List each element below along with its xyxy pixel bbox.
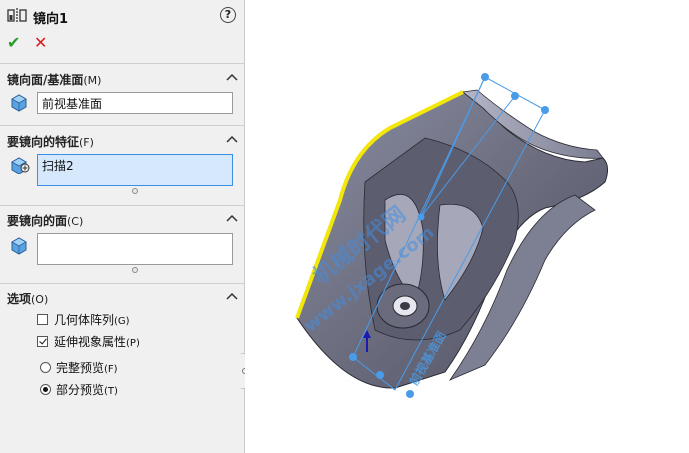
divider	[0, 125, 245, 126]
faces-list[interactable]	[37, 233, 233, 265]
cancel-button[interactable]: ✕	[34, 33, 47, 52]
property-manager-panel: 镜向1 ? ✔ ✕ 镜向面/基准面(M) 前视基准面 要镜向的特征(F) 扫描2…	[0, 0, 245, 453]
partial-preview-radio[interactable]	[40, 384, 51, 395]
full-preview-label: 完整预览(F)	[56, 361, 118, 375]
chevron-up-icon[interactable]	[226, 135, 238, 143]
part-hole-inner	[400, 302, 410, 310]
propagate-visual-checkbox[interactable]	[37, 336, 48, 347]
partial-preview-label: 部分预览(T)	[56, 383, 118, 397]
help-icon[interactable]: ?	[220, 7, 236, 23]
section-header-options[interactable]: 选项(O)	[7, 290, 48, 307]
panel-titlebar: 镜向1 ?	[0, 0, 245, 30]
propagate-visual-label: 延伸视象属性(P)	[54, 335, 140, 349]
mirror-plane-field[interactable]: 前视基准面	[37, 92, 233, 114]
geometry-pattern-checkbox[interactable]	[37, 314, 48, 325]
chevron-up-icon[interactable]	[226, 292, 238, 300]
plane-selection-icon	[11, 94, 27, 112]
list-resize-handle[interactable]	[132, 188, 138, 194]
chevron-up-icon[interactable]	[226, 214, 238, 222]
section-header-faces[interactable]: 要镜向的面(C)	[7, 212, 83, 229]
section-header-features[interactable]: 要镜向的特征(F)	[7, 133, 94, 150]
section-header-mirror-plane[interactable]: 镜向面/基准面(M)	[7, 71, 101, 88]
model-view	[295, 73, 609, 398]
divider	[0, 205, 245, 206]
panel-title: 镜向1	[33, 12, 69, 27]
divider	[0, 283, 245, 284]
divider	[0, 63, 245, 64]
features-list[interactable]: 扫描2	[37, 154, 233, 186]
full-preview-radio[interactable]	[40, 362, 51, 373]
mirror-feature-icon	[7, 8, 27, 22]
faces-selection-icon	[11, 237, 27, 255]
geometry-pattern-label: 几何体阵列(G)	[54, 313, 130, 327]
features-selection-icon	[11, 157, 30, 174]
graphics-viewport[interactable]: 机械时代网 www.jxage.com 前视基准面	[245, 0, 689, 453]
list-item[interactable]: 扫描2	[42, 157, 228, 174]
ok-button[interactable]: ✔	[7, 33, 20, 52]
list-resize-handle[interactable]	[132, 267, 138, 273]
chevron-up-icon[interactable]	[226, 73, 238, 81]
